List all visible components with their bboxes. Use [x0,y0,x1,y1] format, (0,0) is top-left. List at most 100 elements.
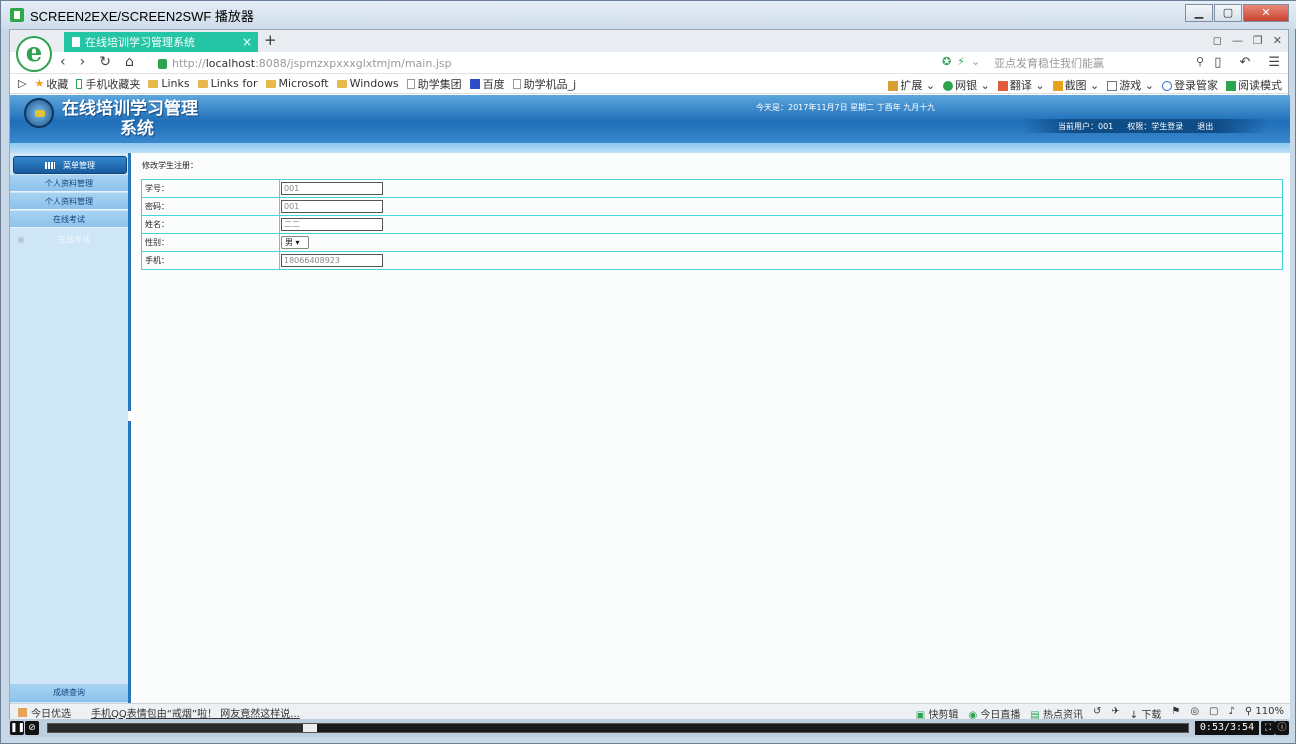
phone-input[interactable]: 18066408923 [281,254,383,267]
logout-link[interactable]: 退出 [1197,121,1213,132]
bookmark-microsoft[interactable]: Microsoft [265,77,329,90]
form-row-phone: 手机： 18066408923 [141,251,1283,270]
baidu-icon [469,78,480,89]
page-icon [512,78,521,89]
name-input[interactable]: 二二 [281,218,383,231]
search-input[interactable]: 亚点发育稳住我们能赢 ⚲ [994,55,1204,72]
form-row-name: 姓名： 二二 [141,215,1283,234]
settings-icon[interactable]: ⊘ [25,721,39,735]
form-title: 修改学生注册： [142,161,198,170]
news-link[interactable]: 手机QQ表情包由“戒烟”啦！ 网友竟然这样说... [91,705,300,720]
today-picks[interactable]: 今日优选 [18,705,71,720]
url-path: :8088/jspmzxpxxxglxtmjm/main.jsp [255,57,452,70]
maximize-button[interactable]: ▢ [1214,4,1242,22]
search-icon[interactable]: ⚲ [1196,55,1204,68]
tab-close-icon[interactable]: × [242,35,252,49]
student-id-label: 学号： [141,179,280,198]
sidebar-item-online-exam[interactable]: 在线考试 [10,211,128,228]
url-host: localhost [205,57,256,70]
minimize-button[interactable]: ▁ [1185,4,1213,22]
web-page: 在线培训学习管理 系统 今天是：2017年11月7日 星期二 丁酉年 九月十九 … [10,95,1290,703]
gender-label: 性别： [141,233,280,252]
password-input[interactable]: 001 [281,200,383,213]
bookmark-baidu[interactable]: 百度 [469,76,505,92]
back-icon[interactable]: ‹ [60,54,66,70]
reading-mode-button[interactable]: 阅读模式 [1226,77,1282,93]
banner-stripe [10,143,1290,153]
translate-icon [997,81,1008,91]
close-button[interactable]: ✕ [1243,4,1289,22]
tab-bar: e 在线培训学习管理系统 × + ◻ — ❐ ✕ [10,30,1288,72]
bookmark-zhuxue-jp[interactable]: 助学机品_j [512,76,576,92]
sidebar-collapse-handle[interactable] [128,411,132,421]
bookmark-favorites[interactable]: ★ 收藏 [34,76,68,92]
sidebar-item-grades[interactable]: 成绩查询 [10,684,128,702]
translate-button[interactable]: 翻译 ⌄ [997,77,1045,93]
phone-label: 手机： [141,251,280,270]
sidebar-subitem-online-exam[interactable]: 在线考试 [18,234,90,245]
search-placeholder: 亚点发育稳住我们能赢 [994,57,1104,70]
compat-icon[interactable]: ✪ [942,55,951,68]
menu-icon[interactable]: ☰ [1268,55,1280,70]
form-row-student-id: 学号： 001 [141,179,1283,198]
extensions-button[interactable]: 扩展 ⌄ [888,77,935,93]
seek-bar[interactable] [47,723,1189,733]
player-title-bar: SCREEN2EXE/SCREEN2SWF 播放器 ▁ ▢ ✕ [1,1,1296,29]
fullscreen-icon[interactable]: ⛶ [1261,721,1275,735]
player-title: SCREEN2EXE/SCREEN2SWF 播放器 [30,8,254,24]
sidebar-item-profile-2[interactable]: 个人资料管理 [10,193,128,210]
reload-icon[interactable]: ↻ [99,54,111,70]
tab-title: 在线培训学习管理系统 [85,36,195,49]
page-icon [406,78,415,89]
security-shield-icon [158,58,167,69]
undo-icon[interactable]: ↶ [1239,55,1250,70]
url-input[interactable]: http://localhost:8088/jspmzxpxxxglxtmjm/… [158,55,948,72]
bookmarks-bar: ▷ ★ 收藏 手机收藏夹 Links Links for Microsoft Wi… [10,74,1288,94]
skin-icon[interactable]: ◻ [1213,34,1222,47]
lightning-icon[interactable]: ⚡ [957,55,965,68]
address-bar: ‹ › ↻ ⌂ http://localhost:8088/jspmzxpxxx… [10,52,1288,74]
site-logo-icon [24,98,54,128]
phone-icon [76,78,83,89]
browser-window: e 在线培训学习管理系统 × + ◻ — ❐ ✕ ‹ › ↻ ⌂ http://… [9,29,1290,721]
bookmark-zhuxue[interactable]: 助学集团 [406,76,462,92]
new-tab-button[interactable]: + [264,31,277,49]
bookmarks-tools: 扩展 ⌄ 网银 ⌄ 翻译 ⌄ 截图 ⌄ 游戏 ⌄ 登录管家 阅读模式 [888,77,1282,93]
forward-icon[interactable]: › [80,54,86,70]
bookmark-links[interactable]: Links [148,77,190,90]
bookmark-icon[interactable]: ▯ [1214,55,1221,70]
bank-button[interactable]: 网银 ⌄ [943,77,990,93]
password-label: 密码： [141,197,280,216]
pause-icon[interactable]: ❚❚ [10,721,25,735]
bank-icon [943,81,954,91]
browser-close-icon[interactable]: ✕ [1273,34,1282,47]
playback-time: 0:53/3:54 [1195,721,1259,735]
bookmark-windows[interactable]: Windows [336,77,399,90]
seek-thumb[interactable] [303,724,317,732]
menu-header: 菜单管理 [13,156,127,174]
browser-minimize-icon[interactable]: — [1232,34,1243,47]
gender-select[interactable]: 男 ▾ [281,236,309,249]
login-manager-button[interactable]: 登录管家 [1162,77,1218,93]
home-icon[interactable]: ⌂ [125,54,134,70]
games-button[interactable]: 游戏 ⌄ [1107,77,1154,93]
sidebar-item-profile-1[interactable]: 个人资料管理 [10,175,128,192]
browser-logo-icon: e [16,36,52,72]
sidebar: 菜单管理 个人资料管理 个人资料管理 在线考试 在线考试 成绩查询 [10,153,132,703]
screenshot-button[interactable]: 截图 ⌄ [1052,77,1099,93]
bookmark-links-for[interactable]: Links for [197,77,258,90]
tab-main[interactable]: 在线培训学习管理系统 × [64,32,258,52]
dropdown-icon[interactable]: ⌄ [971,55,980,68]
info-icon[interactable]: ⓘ [1275,721,1289,735]
sidebar-toggle-icon[interactable]: ▷ [18,77,26,90]
bookmark-mobile[interactable]: 手机收藏夹 [76,76,140,92]
extensions-icon [888,81,899,91]
form-row-password: 密码： 001 [141,197,1283,216]
folder-icon [265,79,276,88]
address-bar-tools: ▯ ↶ ☰ [1214,55,1280,70]
window-buttons: ▁ ▢ ✕ [1185,4,1289,22]
student-id-input[interactable]: 001 [281,182,383,195]
menu-bars-icon [45,161,55,169]
browser-status-bar: 今日优选 手机QQ表情包由“戒烟”啦！ 网友竟然这样说... ▣ 快剪辑 ◉ 今… [10,703,1290,721]
browser-restore-icon[interactable]: ❐ [1253,34,1263,47]
